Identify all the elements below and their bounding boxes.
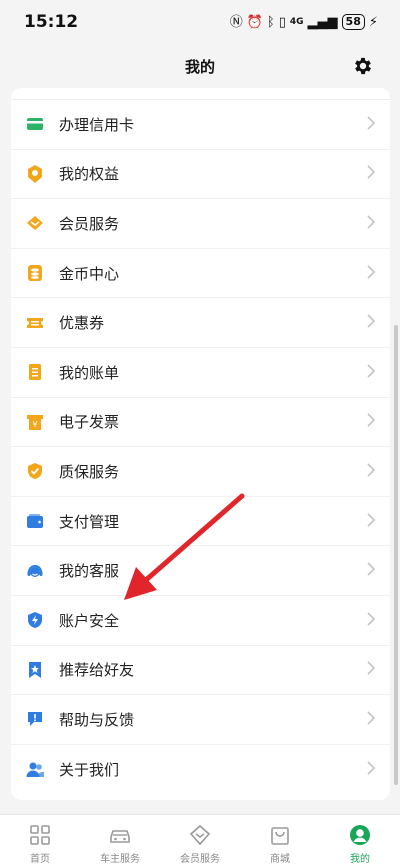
medal-icon [25,164,45,184]
chevron-right-icon [366,214,376,233]
menu-item-label: 支付管理 [59,512,120,531]
page-header: 我的 [0,44,400,88]
menu-item[interactable]: 支付管理 [11,497,390,547]
chevron-right-icon [366,115,376,134]
menu-item[interactable]: 帮助与反馈 [11,695,390,745]
profile-icon [348,823,372,847]
car-icon [108,823,132,847]
alarm-icon: ⏰ [246,14,263,30]
chevron-right-icon [366,710,376,729]
menu-item[interactable]: 账户安全 [11,596,390,646]
chevron-right-icon [366,512,376,531]
menu-item-label: 帮助与反馈 [59,710,135,729]
grid-icon [28,823,52,847]
tab-label: 商城 [270,854,290,865]
network-label: 4G [289,16,304,27]
menu-item[interactable]: 优惠券 [11,298,390,348]
menu-item-label: 办理信用卡 [59,115,135,134]
menu-item-label: 电子发票 [59,413,120,432]
tab-label: 首页 [30,854,50,865]
headset-icon [25,561,45,581]
menu-item[interactable]: 金币中心 [11,249,390,299]
page-title: 我的 [184,57,215,76]
menu-item-label: 关于我们 [59,761,120,780]
status-time: 15:12 [24,12,79,32]
menu-item[interactable]: 我的权益 [11,150,390,200]
menu-item-label: 会员服务 [59,214,120,233]
shopping-bag-icon [268,823,292,847]
chevron-right-icon [366,363,376,382]
shield-check-icon [25,461,45,481]
bookmark-star-icon [25,660,45,680]
menu-item-label: 我的权益 [59,165,120,184]
menu-item-label: 质保服务 [59,462,120,481]
chevron-right-icon [366,561,376,580]
chevron-right-icon [366,660,376,679]
tab-item[interactable]: 首页 [0,823,80,865]
chevron-right-icon [366,412,376,431]
wallet-icon [25,511,45,531]
ticket-icon [25,313,45,333]
menu-item-label: 金币中心 [59,264,120,283]
tab-label: 车主服务 [100,854,140,865]
menu-item[interactable]: 办理信用卡 [11,100,390,150]
tab-item[interactable]: 商城 [240,823,320,865]
status-icons: Ⓝ ⏰ ᛒ ▯ 4G ▂▄▆ 58 ⚡ [230,14,378,30]
menu-item[interactable]: 关于我们 [11,745,390,795]
chevron-right-icon [366,760,376,779]
gear-icon[interactable] [352,55,374,77]
menu-item-label: 账户安全 [59,611,120,630]
menu-card: 办理信用卡我的权益会员服务金币中心优惠券我的账单 ¥ 电子发票质保服务支付管理我的客… [11,88,390,800]
shield-bolt-icon [25,610,45,630]
menu-item[interactable]: 我的客服 [11,546,390,596]
chevron-right-icon [366,313,376,332]
tab-item[interactable]: 会员服务 [160,823,240,865]
menu-item[interactable]: 质保服务 [11,447,390,497]
vibrate-icon: ▯ [278,14,286,30]
signal-icon: ▂▄▆ [307,14,338,30]
menu-item-label: 优惠券 [59,314,105,333]
chevron-right-icon [366,264,376,283]
tab-label: 我的 [350,854,370,865]
coin-stack-icon [25,263,45,283]
scrollbar[interactable] [394,325,398,785]
tab-item[interactable]: 我的 [320,823,400,865]
nfc-icon: Ⓝ [229,14,243,30]
users-icon [25,760,45,780]
svg-text:¥: ¥ [32,420,37,429]
bottom-tab-bar: 首页 车主服务 会员服务 商城 我的 [0,814,400,866]
chevron-right-icon [366,164,376,183]
menu-item-label: 我的账单 [59,363,120,382]
menu-list: 办理信用卡我的权益会员服务金币中心优惠券我的账单 ¥ 电子发票质保服务支付管理我的客… [11,100,390,794]
menu-item-label: 推荐给好友 [59,661,135,680]
feedback-icon [25,709,45,729]
invoice-icon: ¥ [25,412,45,432]
menu-item[interactable]: 推荐给好友 [11,646,390,696]
menu-item-label: 我的客服 [59,562,120,581]
credit-card-icon [25,114,45,134]
diamond-outline-icon [188,823,212,847]
card-top-divider [11,88,390,100]
status-bar: 15:12 Ⓝ ⏰ ᛒ ▯ 4G ▂▄▆ 58 ⚡ [0,0,400,44]
menu-item[interactable]: ¥ 电子发票 [11,398,390,448]
bluetooth-icon: ᛒ [266,14,275,30]
diamond-icon [25,213,45,233]
menu-item[interactable]: 我的账单 [11,348,390,398]
menu-item[interactable]: 会员服务 [11,199,390,249]
battery-icon: 58 [341,14,365,30]
tab-item[interactable]: 车主服务 [80,823,160,865]
chevron-right-icon [366,462,376,481]
tab-label: 会员服务 [180,854,220,865]
chevron-right-icon [366,611,376,630]
charging-icon: ⚡ [368,14,378,30]
bill-icon [25,362,45,382]
